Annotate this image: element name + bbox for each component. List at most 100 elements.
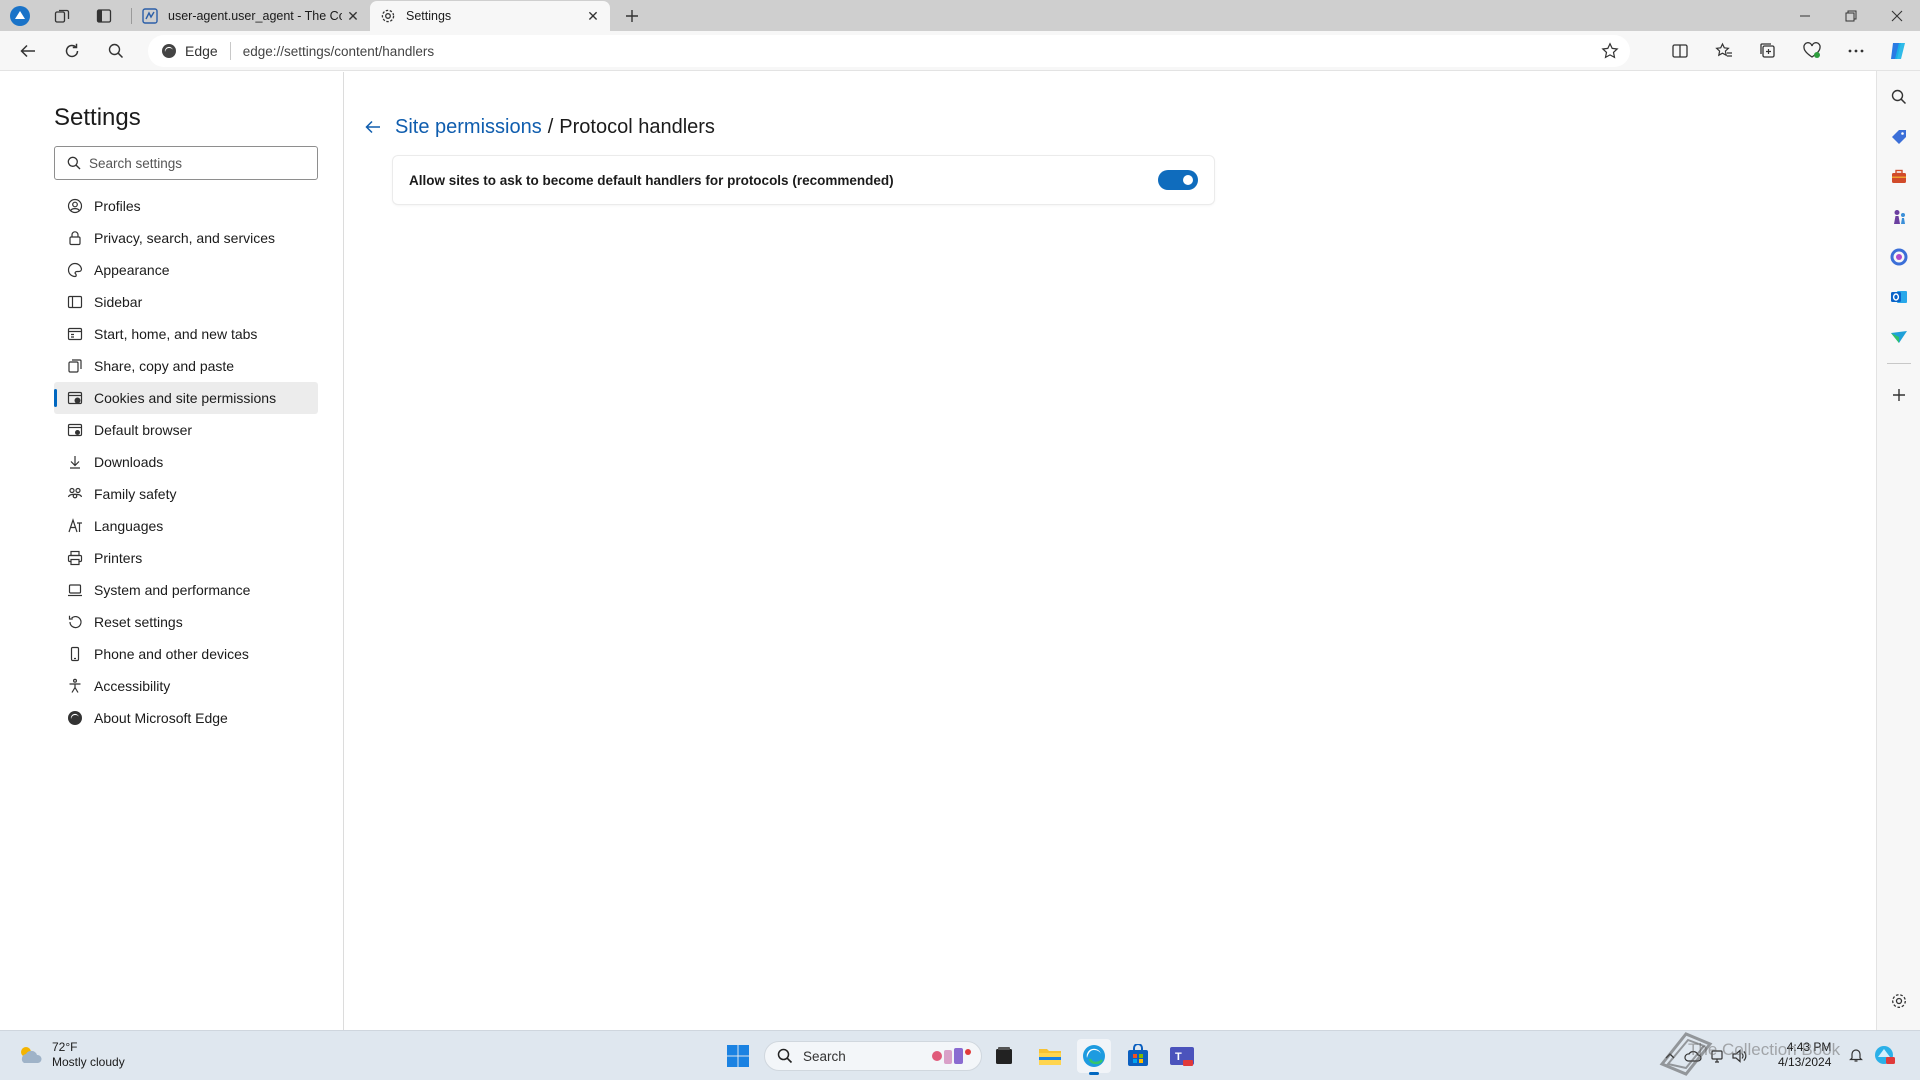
settings-search-box[interactable] bbox=[54, 146, 318, 180]
weather-temperature: 72°F bbox=[52, 1040, 78, 1054]
breadcrumb-link-site-permissions[interactable]: Site permissions bbox=[395, 116, 542, 139]
cloud-sun-icon bbox=[21, 1047, 42, 1063]
more-options-icon[interactable] bbox=[1842, 37, 1870, 65]
browser-essentials-icon[interactable] bbox=[1798, 37, 1826, 65]
reset-icon bbox=[66, 613, 84, 631]
search-icon[interactable] bbox=[1885, 83, 1913, 111]
settings-menu: Profiles Privacy, search, and services A… bbox=[54, 190, 318, 734]
restore-button[interactable] bbox=[1828, 0, 1874, 31]
menu-item-profiles[interactable]: Profiles bbox=[54, 190, 318, 222]
menu-item-label: Appearance bbox=[94, 262, 170, 278]
menu-item-label: Share, copy and paste bbox=[94, 358, 235, 374]
setting-label: Allow sites to ask to become default han… bbox=[409, 172, 894, 188]
microsoft-store-icon[interactable] bbox=[1121, 1039, 1155, 1073]
search-icon[interactable] bbox=[102, 37, 130, 65]
tab-settings[interactable]: Settings ✕ bbox=[370, 1, 610, 31]
menu-item-label: About Microsoft Edge bbox=[94, 710, 228, 726]
settings-search-input[interactable] bbox=[89, 155, 299, 171]
menu-item-label: System and performance bbox=[94, 582, 251, 598]
menu-item-reset-settings[interactable]: Reset settings bbox=[54, 606, 318, 638]
book-watermark-logo-icon bbox=[1656, 1030, 1716, 1076]
profile-avatar-icon[interactable] bbox=[8, 4, 32, 28]
menu-item-system-performance[interactable]: System and performance bbox=[54, 574, 318, 606]
minimize-button[interactable] bbox=[1782, 0, 1828, 31]
weather-condition: Mostly cloudy bbox=[52, 1055, 125, 1069]
close-tab-icon[interactable]: ✕ bbox=[582, 5, 604, 27]
menu-item-family-safety[interactable]: Family safety bbox=[54, 478, 318, 510]
taskbar-search-label: Search bbox=[803, 1048, 846, 1064]
breadcrumb-separator: / bbox=[547, 115, 554, 138]
refresh-button[interactable] bbox=[58, 37, 86, 65]
games-chess-icon[interactable] bbox=[1885, 203, 1913, 231]
weather-widget[interactable]: 72°F Mostly cloudy bbox=[16, 1040, 125, 1070]
menu-item-label: Phone and other devices bbox=[94, 646, 249, 662]
menu-item-label: Cookies and site permissions bbox=[94, 390, 277, 406]
menu-item-appearance[interactable]: Appearance bbox=[54, 254, 318, 286]
favorites-icon[interactable] bbox=[1710, 37, 1738, 65]
edge-logo-icon bbox=[161, 43, 177, 59]
search-highlight-icon bbox=[929, 1045, 973, 1067]
start-button[interactable] bbox=[721, 1039, 755, 1073]
copilot-taskbar-icon[interactable] bbox=[1872, 1043, 1896, 1067]
phone-icon bbox=[66, 645, 84, 663]
menu-item-downloads[interactable]: Downloads bbox=[54, 446, 318, 478]
favorite-star-icon[interactable] bbox=[1600, 41, 1620, 61]
add-app-icon[interactable] bbox=[1885, 381, 1913, 409]
menu-item-sidebar[interactable]: Sidebar bbox=[54, 286, 318, 318]
workspaces-icon[interactable] bbox=[50, 4, 74, 28]
appearance-icon bbox=[66, 261, 84, 279]
active-app-indicator bbox=[1089, 1072, 1099, 1075]
menu-item-languages[interactable]: Languages bbox=[54, 510, 318, 542]
tools-briefcase-icon[interactable] bbox=[1885, 163, 1913, 191]
protocol-handlers-setting-card: Allow sites to ask to become default han… bbox=[393, 156, 1214, 204]
sidebar-settings-gear-icon[interactable] bbox=[1885, 987, 1913, 1015]
menu-item-start-home[interactable]: Start, home, and new tabs bbox=[54, 318, 318, 350]
back-button[interactable] bbox=[14, 37, 42, 65]
menu-item-printers[interactable]: Printers bbox=[54, 542, 318, 574]
file-explorer-icon[interactable] bbox=[1033, 1039, 1067, 1073]
menu-item-share-copy[interactable]: Share, copy and paste bbox=[54, 350, 318, 382]
menu-item-about-edge[interactable]: About Microsoft Edge bbox=[54, 702, 318, 734]
breadcrumb: Site permissions / Protocol handlers bbox=[361, 112, 715, 142]
sidebar-icon bbox=[66, 293, 84, 311]
collections-icon[interactable] bbox=[1754, 37, 1782, 65]
copilot-icon[interactable] bbox=[1884, 37, 1912, 65]
teams-icon[interactable]: T bbox=[1165, 1039, 1199, 1073]
vertical-tabs-icon[interactable] bbox=[92, 4, 116, 28]
close-window-button[interactable] bbox=[1874, 0, 1920, 31]
family-icon bbox=[66, 485, 84, 503]
menu-item-accessibility[interactable]: Accessibility bbox=[54, 670, 318, 702]
microsoft-365-icon[interactable] bbox=[1885, 243, 1913, 271]
site-identity[interactable]: Edge bbox=[161, 43, 218, 59]
split-screen-icon[interactable] bbox=[1666, 37, 1694, 65]
menu-item-label: Profiles bbox=[94, 198, 141, 214]
menu-item-privacy[interactable]: Privacy, search, and services bbox=[54, 222, 318, 254]
address-bar[interactable]: Edge edge://settings/content/handlers bbox=[148, 35, 1630, 67]
settings-content: Site permissions / Protocol handlers All… bbox=[345, 72, 1875, 1030]
title-bar: user-agent.user_agent - The Coll ✕ Setti… bbox=[0, 0, 1920, 31]
outlook-icon[interactable] bbox=[1885, 283, 1913, 311]
close-tab-icon[interactable]: ✕ bbox=[342, 5, 364, 27]
task-view-icon[interactable] bbox=[987, 1039, 1021, 1073]
notification-bell-icon[interactable] bbox=[1848, 1047, 1864, 1063]
back-arrow-icon[interactable] bbox=[361, 115, 385, 139]
taskbar-search[interactable]: Search bbox=[764, 1041, 982, 1071]
edge-taskbar-icon[interactable] bbox=[1077, 1039, 1111, 1075]
accessibility-icon bbox=[66, 677, 84, 695]
tab-user-agent[interactable]: user-agent.user_agent - The Coll ✕ bbox=[132, 1, 370, 31]
menu-item-cookies[interactable]: Cookies and site permissions bbox=[54, 382, 318, 414]
page-favicon-icon bbox=[142, 8, 158, 24]
profile-icon bbox=[66, 197, 84, 215]
browser-icon bbox=[66, 421, 84, 439]
search-icon bbox=[67, 156, 81, 170]
menu-item-default-browser[interactable]: Default browser bbox=[54, 414, 318, 446]
gear-icon bbox=[380, 8, 396, 24]
svg-text:T: T bbox=[1175, 1051, 1182, 1063]
protocol-handlers-toggle[interactable] bbox=[1158, 170, 1198, 190]
new-tab-button[interactable] bbox=[620, 4, 644, 28]
printer-icon bbox=[66, 549, 84, 567]
menu-item-phone-devices[interactable]: Phone and other devices bbox=[54, 638, 318, 670]
shopping-tag-icon[interactable] bbox=[1885, 123, 1913, 151]
drop-send-icon[interactable] bbox=[1885, 323, 1913, 351]
url-text[interactable]: edge://settings/content/handlers bbox=[243, 44, 434, 59]
